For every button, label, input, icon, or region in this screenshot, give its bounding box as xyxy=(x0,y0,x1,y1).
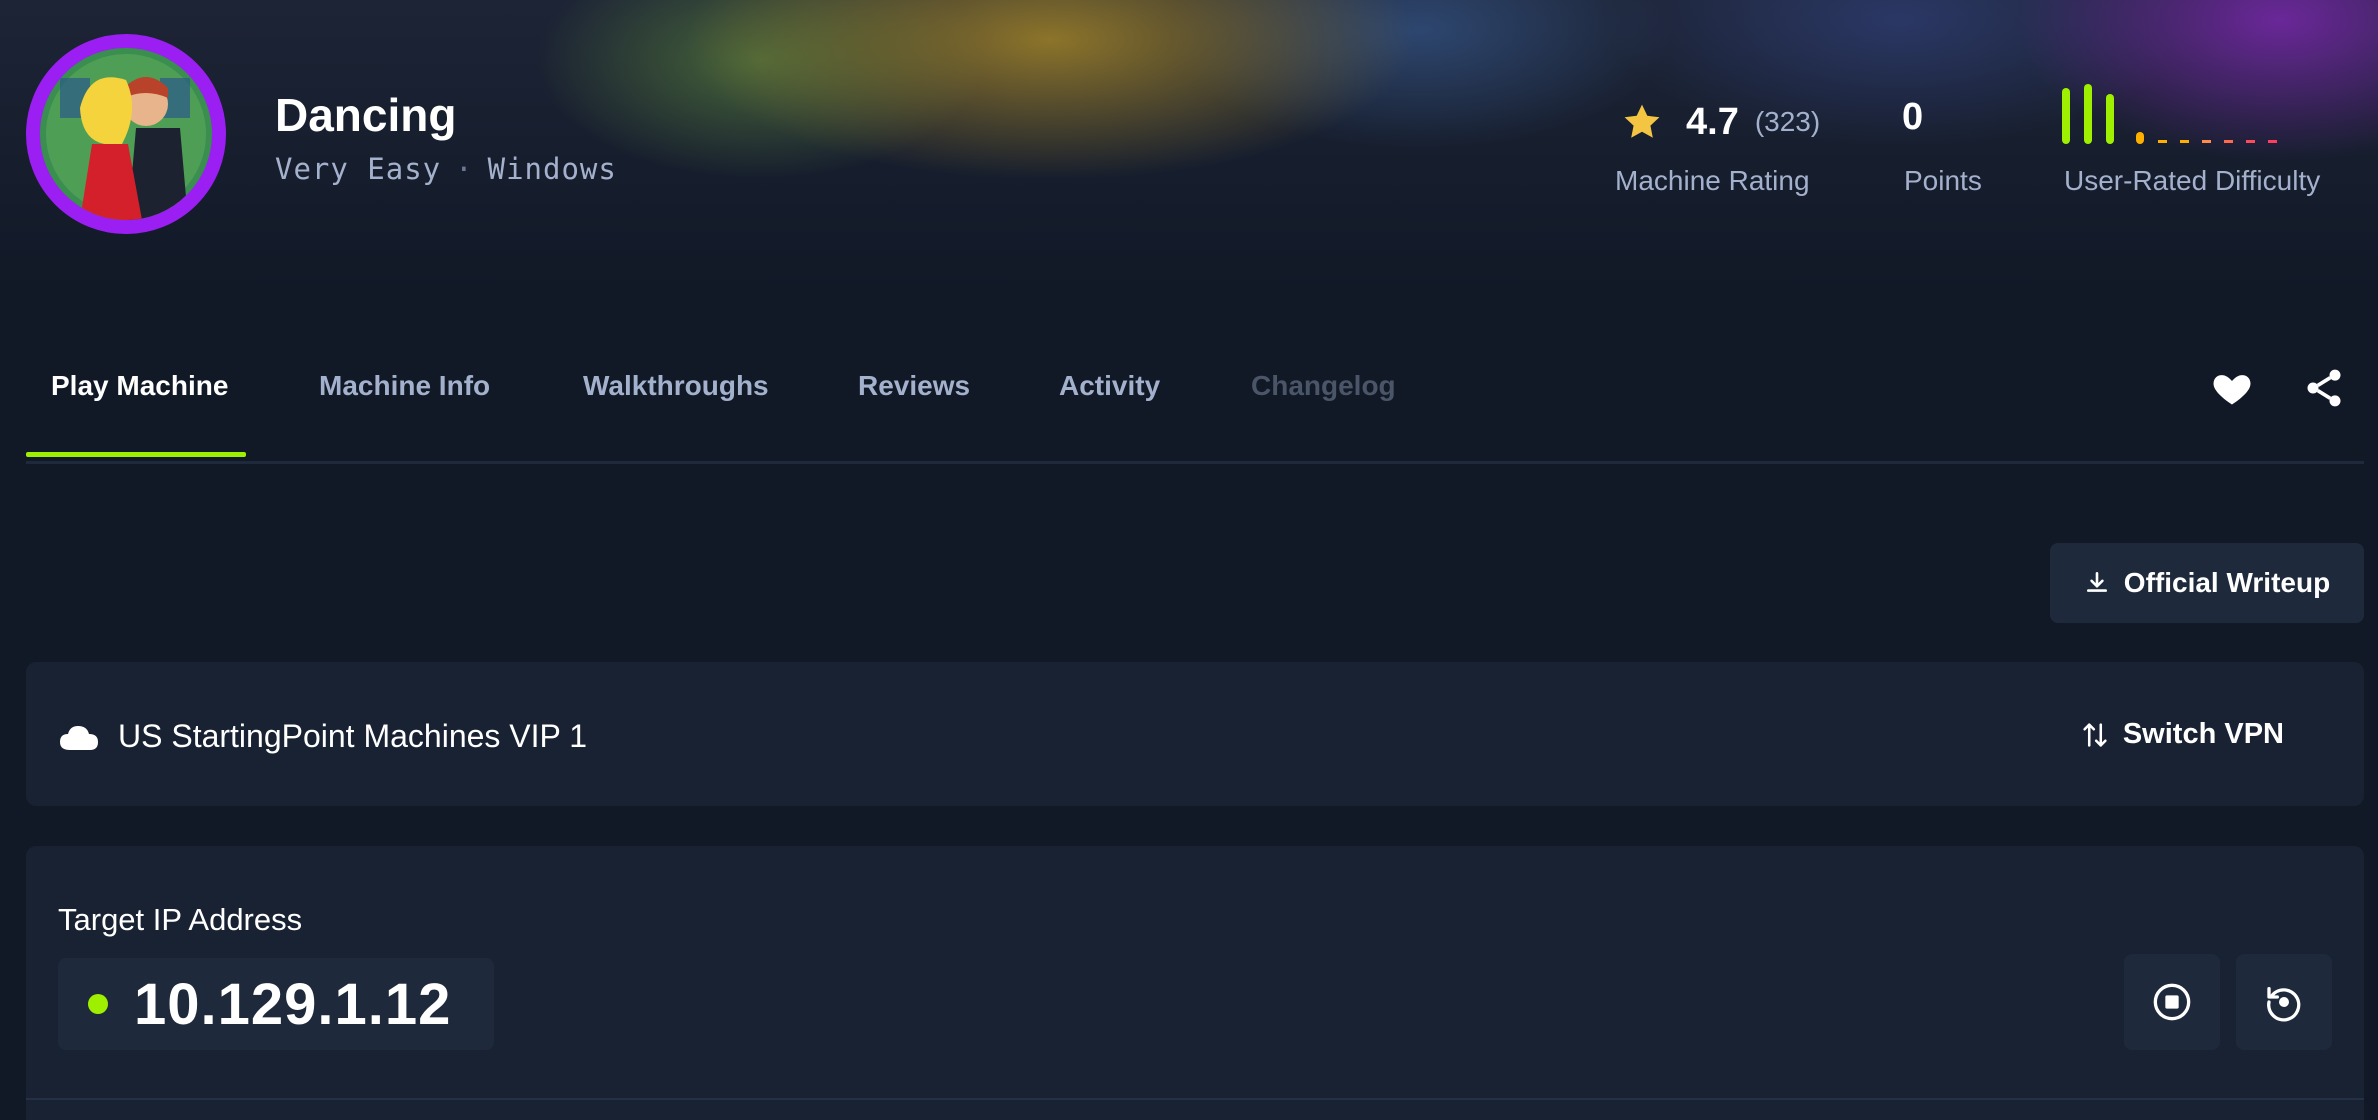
machine-subtitle: Very Easy · Windows xyxy=(275,152,617,186)
writeup-label: Official Writeup xyxy=(2123,567,2331,598)
cloud-icon xyxy=(60,725,98,750)
switch-vpn-button[interactable]: Switch VPN xyxy=(2081,718,2284,751)
rating-value: 4.7 xyxy=(1686,100,1739,143)
machine-rating: 4.7 (323) xyxy=(1620,100,1820,144)
rating-label: Machine Rating xyxy=(1615,165,1810,196)
points-label: Points xyxy=(1904,165,1982,196)
target-panel: Target IP Address 10.129.1.12 xyxy=(26,846,2364,1120)
reset-machine-button[interactable] xyxy=(2236,954,2332,1050)
machine-avatar xyxy=(26,34,226,234)
target-ip-box[interactable]: 10.129.1.12 xyxy=(58,958,494,1050)
difficulty-bar xyxy=(2268,140,2277,143)
tab-play-machine[interactable]: Play Machine xyxy=(51,370,228,402)
reset-icon xyxy=(2267,987,2301,1022)
difficulty-bar xyxy=(2180,140,2189,143)
subtitle-separator: · xyxy=(455,152,474,186)
difficulty-label: User-Rated Difficulty xyxy=(2064,165,2321,196)
vpn-panel: US StartingPoint Machines VIP 1 Switch V… xyxy=(26,662,2364,806)
target-ip-label: Target IP Address xyxy=(58,902,303,937)
machine-name: Dancing xyxy=(275,89,457,141)
machine-header xyxy=(0,0,2378,290)
machine-tabs: Play Machine Machine Info Walkthroughs R… xyxy=(26,330,2364,464)
status-online-indicator xyxy=(88,994,108,1014)
points-value: 0 xyxy=(1902,96,1924,138)
difficulty-bar xyxy=(2202,140,2211,143)
tab-changelog[interactable]: Changelog xyxy=(1251,370,1396,402)
difficulty-bar xyxy=(2136,132,2144,144)
machine-difficulty: Very Easy xyxy=(275,152,442,186)
vpn-server-name: US StartingPoint Machines VIP 1 xyxy=(118,718,587,754)
share-icon[interactable] xyxy=(2302,366,2346,410)
difficulty-bar xyxy=(2062,88,2070,144)
tab-walkthroughs[interactable]: Walkthroughs xyxy=(583,370,769,402)
switch-vpn-label: Switch VPN xyxy=(2122,718,2284,750)
rating-count: (323) xyxy=(1754,106,1821,137)
swap-arrows-icon xyxy=(2083,722,2107,747)
difficulty-bar xyxy=(2106,94,2114,144)
download-icon xyxy=(2086,571,2107,592)
tab-activity[interactable]: Activity xyxy=(1059,370,1160,402)
panel-divider xyxy=(26,1098,2364,1100)
stop-machine-button[interactable] xyxy=(2124,954,2220,1050)
stop-icon xyxy=(2153,983,2191,1021)
difficulty-bar xyxy=(2084,84,2092,144)
tab-machine-info[interactable]: Machine Info xyxy=(319,370,490,402)
machine-os: Windows xyxy=(487,152,617,186)
tab-reviews[interactable]: Reviews xyxy=(858,370,970,402)
difficulty-bar xyxy=(2246,140,2255,143)
official-writeup-button[interactable]: Official Writeup xyxy=(2050,543,2364,623)
heart-icon[interactable] xyxy=(2210,366,2254,410)
target-ip-value: 10.129.1.12 xyxy=(134,971,452,1037)
star-icon xyxy=(1624,104,1660,138)
active-tab-indicator xyxy=(26,452,246,457)
difficulty-chart xyxy=(2062,84,2277,144)
difficulty-bar xyxy=(2224,140,2233,143)
vpn-server: US StartingPoint Machines VIP 1 xyxy=(60,718,587,755)
difficulty-bar xyxy=(2158,140,2167,143)
